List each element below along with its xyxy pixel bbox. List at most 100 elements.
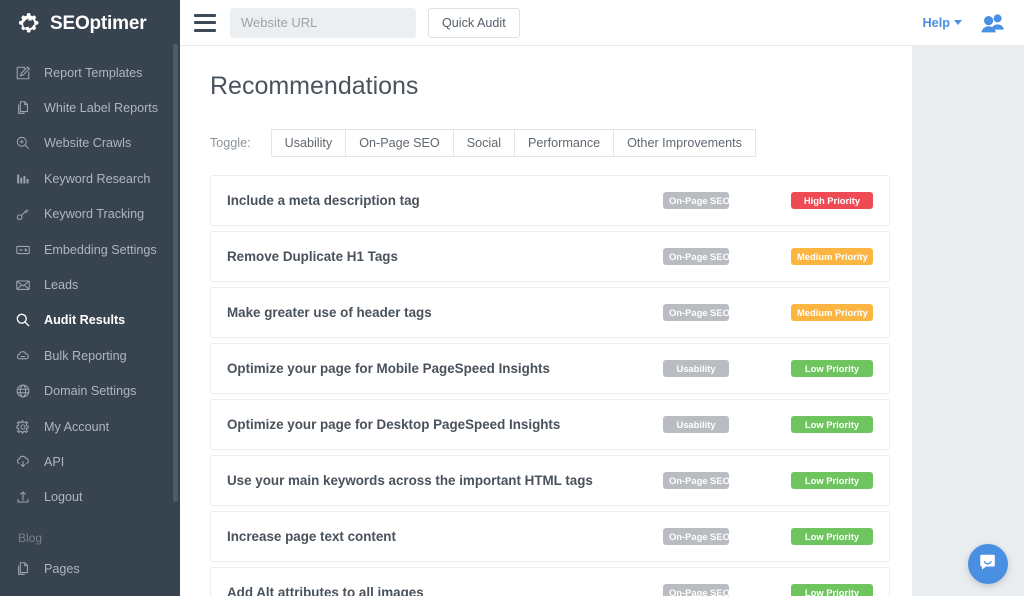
sidebar-scrollbar[interactable]	[173, 44, 178, 502]
table-row[interactable]: Use your main keywords across the import…	[210, 455, 890, 506]
status-badge: Medium Priority	[791, 304, 873, 321]
globe-icon	[14, 382, 32, 400]
copy-files-icon	[14, 560, 32, 578]
logout-upload-icon	[14, 488, 32, 506]
website-url-input[interactable]	[230, 8, 416, 38]
sidebar-item-website-crawls[interactable]: Website Crawls	[0, 126, 180, 161]
page-title: Recommendations	[210, 72, 890, 101]
table-row[interactable]: Increase page text content On-Page SEO L…	[210, 511, 890, 562]
recommendation-title: Add Alt attributes to all images	[227, 585, 663, 596]
sidebar-item-keyword-research[interactable]: Keyword Research	[0, 161, 180, 196]
sidebar-item-my-account[interactable]: My Account	[0, 409, 180, 444]
sidebar-item-api[interactable]: API	[0, 444, 180, 479]
toggle-usability[interactable]: Usability	[271, 129, 346, 157]
sidebar-item-label: White Label Reports	[44, 101, 158, 115]
status-badge: Low Priority	[791, 472, 873, 489]
status-badge: Low Priority	[791, 360, 873, 377]
sidebar-item-keyword-tracking[interactable]: Keyword Tracking	[0, 197, 180, 232]
recommendations-list: Include a meta description tag On-Page S…	[210, 175, 890, 596]
table-row[interactable]: Make greater use of header tags On-Page …	[210, 287, 890, 338]
sidebar-item-domain-settings[interactable]: Domain Settings	[0, 374, 180, 409]
table-row[interactable]: Add Alt attributes to all images On-Page…	[210, 567, 890, 596]
help-label: Help	[923, 16, 951, 30]
toggle-performance[interactable]: Performance	[514, 129, 613, 157]
table-row[interactable]: Remove Duplicate H1 Tags On-Page SEO Med…	[210, 231, 890, 282]
embed-box-icon	[14, 241, 32, 259]
sidebar-item-logout[interactable]: Logout	[0, 480, 180, 515]
category-badge: Usability	[663, 360, 729, 377]
status-badge: Medium Priority	[791, 248, 873, 265]
sidebar-item-label: Keyword Research	[44, 172, 150, 186]
hamburger-icon[interactable]	[194, 14, 216, 32]
sidebar-item-white-label-reports[interactable]: White Label Reports	[0, 90, 180, 125]
table-row[interactable]: Optimize your page for Desktop PageSpeed…	[210, 399, 890, 450]
sidebar-nav: Report Templates White Label Reports	[0, 48, 180, 586]
recommendation-title: Optimize your page for Desktop PageSpeed…	[227, 417, 663, 432]
topbar-right: Help	[923, 12, 1007, 34]
sidebar-item-label: Pages	[44, 562, 80, 576]
toggle-other-improvements[interactable]: Other Improvements	[613, 129, 756, 157]
table-row[interactable]: Optimize your page for Mobile PageSpeed …	[210, 343, 890, 394]
copy-files-icon	[14, 99, 32, 117]
category-badge: On-Page SEO	[663, 248, 729, 265]
envelope-icon	[14, 276, 32, 294]
category-badge: On-Page SEO	[663, 192, 729, 209]
toggle-label: Toggle:	[210, 136, 251, 150]
search-plus-icon	[14, 134, 32, 152]
gear-refresh-icon	[16, 11, 42, 37]
sidebar-item-label: Embedding Settings	[44, 243, 157, 257]
chat-launcher-button[interactable]	[968, 544, 1008, 584]
right-pane: Quick Audit Help Recommendations	[180, 0, 1024, 596]
main-content: Recommendations Toggle: Usability On-Pag…	[180, 46, 912, 596]
recommendation-title: Remove Duplicate H1 Tags	[227, 249, 663, 264]
topbar: Quick Audit Help	[180, 0, 1024, 46]
recommendation-title: Make greater use of header tags	[227, 305, 663, 320]
sidebar-item-label: Logout	[44, 490, 83, 504]
magnifier-icon	[14, 311, 32, 329]
gear-icon	[14, 418, 32, 436]
bar-chart-icon	[14, 170, 32, 188]
brand-name: SEOptimer	[50, 13, 146, 35]
key-icon	[14, 205, 32, 223]
sidebar-item-leads[interactable]: Leads	[0, 267, 180, 302]
pencil-square-icon	[14, 64, 32, 82]
category-badge: On-Page SEO	[663, 584, 729, 596]
cloud-download-icon	[14, 453, 32, 471]
status-badge: Low Priority	[791, 528, 873, 545]
sidebar-item-label: Audit Results	[44, 313, 125, 327]
toggle-on-page-seo[interactable]: On-Page SEO	[345, 129, 453, 157]
cloud-icon	[14, 347, 32, 365]
sidebar-item-report-templates[interactable]: Report Templates	[0, 55, 180, 90]
table-row[interactable]: Include a meta description tag On-Page S…	[210, 175, 890, 226]
status-badge: High Priority	[791, 192, 873, 209]
quick-audit-button[interactable]: Quick Audit	[428, 8, 520, 38]
category-badge: On-Page SEO	[663, 472, 729, 489]
recommendation-title: Include a meta description tag	[227, 193, 663, 208]
sidebar-item-pages[interactable]: Pages	[0, 551, 180, 586]
category-badge: On-Page SEO	[663, 304, 729, 321]
sidebar-item-label: Domain Settings	[44, 384, 136, 398]
brand[interactable]: SEOptimer	[0, 0, 180, 48]
toggle-social[interactable]: Social	[453, 129, 514, 157]
sidebar-item-label: API	[44, 455, 64, 469]
chat-bubble-icon	[978, 552, 998, 577]
status-badge: Low Priority	[791, 416, 873, 433]
chevron-down-icon	[954, 20, 962, 25]
sidebar-item-label: My Account	[44, 420, 109, 434]
toggle-group: Usability On-Page SEO Social Performance…	[271, 129, 756, 157]
users-icon[interactable]	[980, 12, 1006, 34]
sidebar-item-audit-results[interactable]: Audit Results	[0, 303, 180, 338]
sidebar-item-label: Bulk Reporting	[44, 349, 127, 363]
help-menu[interactable]: Help	[923, 16, 963, 30]
recommendation-title: Optimize your page for Mobile PageSpeed …	[227, 361, 663, 376]
category-badge: On-Page SEO	[663, 528, 729, 545]
category-badge: Usability	[663, 416, 729, 433]
sidebar-item-label: Keyword Tracking	[44, 207, 144, 221]
sidebar-item-bulk-reporting[interactable]: Bulk Reporting	[0, 338, 180, 373]
sidebar-item-label: Report Templates	[44, 66, 142, 80]
sidebar-item-embedding-settings[interactable]: Embedding Settings	[0, 232, 180, 267]
sidebar-item-label: Leads	[44, 278, 78, 292]
app-root: SEOptimer Report Templates	[0, 0, 1024, 596]
recommendation-title: Use your main keywords across the import…	[227, 473, 663, 488]
sidebar-section-label: Blog	[0, 515, 180, 551]
